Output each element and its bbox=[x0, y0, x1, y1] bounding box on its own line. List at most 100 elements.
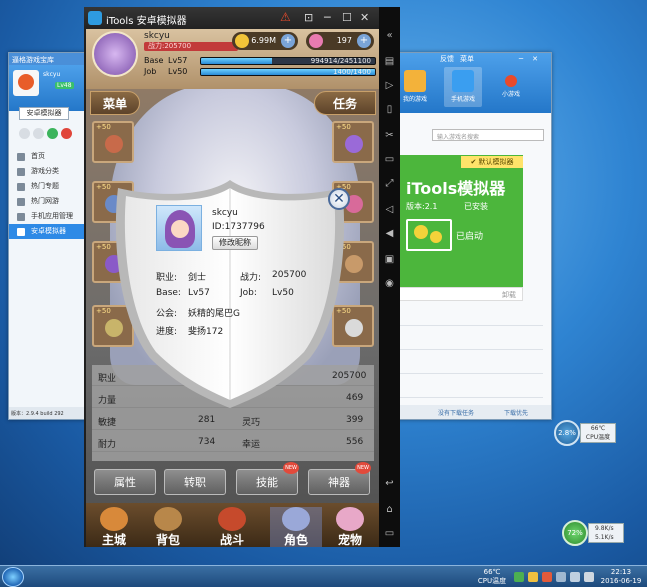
tray-emoji-icon[interactable] bbox=[528, 572, 538, 582]
uninstall-button[interactable]: 卸载 bbox=[502, 290, 516, 300]
screen-icon[interactable]: ▭ bbox=[383, 153, 396, 166]
job-exp-bar: 1400/1400 bbox=[200, 68, 376, 76]
sidebar-item-topics[interactable]: 热门专题 bbox=[9, 179, 85, 194]
attributes-button[interactable]: 属性 bbox=[94, 469, 156, 495]
feedback-link[interactable]: 反馈 bbox=[440, 54, 454, 64]
pin-icon[interactable]: ⊡ bbox=[304, 11, 313, 24]
base-exp-fill bbox=[201, 58, 273, 64]
tab-my-games[interactable]: 我的游戏 bbox=[396, 67, 434, 107]
back-icon[interactable]: ↩ bbox=[383, 477, 396, 490]
joystick-icon bbox=[505, 75, 517, 87]
add-gem-icon[interactable]: + bbox=[357, 34, 371, 48]
divider bbox=[398, 325, 543, 326]
player-avatar[interactable] bbox=[92, 31, 138, 77]
equip-slot[interactable]: +50 bbox=[332, 121, 374, 163]
base-label: Base bbox=[144, 56, 164, 65]
base-level: Lv57 bbox=[168, 56, 188, 65]
equip-slot[interactable]: +50 bbox=[92, 121, 134, 163]
skills-button[interactable]: 技能 NEW bbox=[236, 462, 299, 495]
back-icon[interactable] bbox=[19, 128, 30, 139]
player-name: skcyu bbox=[144, 31, 170, 41]
rotate-icon[interactable]: ▯ bbox=[383, 103, 396, 116]
fullscreen-icon[interactable]: ⤢ bbox=[383, 177, 396, 190]
add-gold-icon[interactable]: + bbox=[281, 34, 295, 48]
warning-icon[interactable]: ⚠ bbox=[280, 10, 291, 24]
progress-value: 斐扬172 bbox=[188, 327, 224, 337]
minimize-icon[interactable]: ─ bbox=[324, 11, 331, 24]
game-store-window[interactable]: 逼格游戏宝库 skcyu Lv48 安卓模拟器 首页 游戏分类 热门专题 热门网… bbox=[8, 52, 86, 420]
emulator-title: iTools 安卓模拟器 bbox=[106, 16, 187, 27]
close-icon[interactable]: ✕ bbox=[360, 11, 369, 24]
files-icon[interactable]: ▣ bbox=[383, 253, 396, 266]
phone-icon bbox=[452, 70, 474, 92]
artifact-button[interactable]: 神器 NEW bbox=[308, 462, 371, 495]
close-button[interactable]: ✕ bbox=[530, 55, 540, 63]
tray-monitor-icon[interactable] bbox=[570, 572, 580, 582]
close-modal-button[interactable]: ✕ bbox=[328, 188, 350, 210]
divider bbox=[398, 397, 543, 398]
tab-emulator[interactable]: 安卓模拟器 bbox=[19, 107, 69, 120]
download-priority-button[interactable]: 下载优先 bbox=[504, 408, 528, 417]
grid-icon bbox=[17, 168, 25, 176]
tray-volume-icon[interactable] bbox=[584, 572, 594, 582]
volume-down-icon[interactable]: ◁ bbox=[383, 203, 396, 216]
menu-link[interactable]: 菜单 bbox=[460, 54, 474, 64]
nav-bag[interactable]: 背包 bbox=[142, 507, 194, 547]
gem-icon bbox=[309, 34, 323, 48]
menu-button[interactable]: 菜单 bbox=[90, 91, 140, 115]
nav-battle[interactable]: 战斗 bbox=[200, 507, 264, 547]
uninstall-row[interactable]: 卸载 bbox=[398, 287, 523, 301]
recent-apps-icon[interactable]: ▭ bbox=[383, 527, 396, 540]
volume-up-icon[interactable]: ◀ bbox=[383, 227, 396, 240]
itools-logo-icon bbox=[88, 11, 102, 25]
forward-icon[interactable] bbox=[33, 128, 44, 139]
nav-character[interactable]: 角色 bbox=[270, 507, 322, 547]
guild-label: 公会: bbox=[156, 309, 178, 319]
job-level: Lv50 bbox=[168, 67, 188, 76]
home-icon[interactable]: ⌂ bbox=[383, 503, 396, 516]
play-icon[interactable]: ▷ bbox=[383, 79, 396, 92]
maximize-icon[interactable]: ☐ bbox=[342, 11, 352, 24]
cpu-gauge: 2.8% bbox=[554, 420, 580, 446]
sidebar-item-app-manager[interactable]: 手机应用管理 bbox=[9, 209, 85, 224]
sidebar-item-home[interactable]: 首页 bbox=[9, 149, 85, 164]
sidebar-item-android-emulator[interactable]: 安卓模拟器 bbox=[9, 224, 85, 239]
minimize-button[interactable]: ─ bbox=[516, 55, 526, 63]
sidebar-item-categories[interactable]: 游戏分类 bbox=[9, 164, 85, 179]
nav-pet[interactable]: 宠物 bbox=[324, 507, 376, 547]
nav-city[interactable]: 主城 bbox=[88, 507, 140, 547]
start-button[interactable] bbox=[2, 567, 24, 587]
search-input[interactable]: 输入游戏名搜索 bbox=[432, 129, 544, 141]
bag-icon bbox=[154, 507, 182, 531]
tray-flag-icon[interactable] bbox=[556, 572, 566, 582]
emulator-card[interactable]: ✔ 默认模拟器 iTools模拟器 版本:2.1 已安装 已启动 bbox=[398, 155, 523, 287]
sidebar-menu: 首页 游戏分类 热门专题 热门网游 手机应用管理 安卓模拟器 bbox=[9, 149, 85, 239]
guild-value: 妖精的尾巴G bbox=[188, 309, 240, 319]
screenshot-icon[interactable]: ✂ bbox=[383, 129, 396, 142]
location-icon[interactable]: ◉ bbox=[383, 277, 396, 290]
gold-counter: 6.99M + bbox=[232, 32, 298, 50]
refresh-icon[interactable] bbox=[47, 128, 58, 139]
apk-icon[interactable]: ▤ bbox=[383, 55, 396, 68]
cpu-widget[interactable]: 2.8% 66℃ CPU温度 bbox=[554, 420, 616, 446]
stat-row: 耐力 734 幸运 556 bbox=[92, 433, 374, 452]
collapse-icon[interactable]: « bbox=[383, 29, 396, 42]
sidebar-item-online-games[interactable]: 热门网游 bbox=[9, 194, 85, 209]
base-exp-text: 994914/2451100 bbox=[310, 57, 371, 65]
username[interactable]: skcyu bbox=[43, 71, 60, 78]
joblv-label: Job: bbox=[240, 288, 257, 298]
tray-shield-icon[interactable] bbox=[514, 572, 524, 582]
stop-icon[interactable] bbox=[61, 128, 72, 139]
tab-mobile-games[interactable]: 手机游戏 bbox=[444, 67, 482, 107]
game-center-window[interactable]: 反馈 菜单 ─ ✕ 我的游戏 手机游戏 小游戏 输入游戏名搜索 ✔ 默认模拟器 … bbox=[395, 52, 552, 420]
emulator-titlebar[interactable]: iTools 安卓模拟器 ⚠ ⊡ ─ ☐ ✕ bbox=[84, 7, 379, 29]
clock[interactable]: 22:13 2016-06-19 bbox=[598, 568, 644, 586]
base-label: Base: bbox=[156, 288, 181, 298]
job-label: 职业: bbox=[156, 273, 178, 283]
rename-button[interactable]: 修改昵称 bbox=[212, 236, 258, 250]
task-button[interactable]: 任务 bbox=[314, 91, 376, 115]
tray-network-icon[interactable] bbox=[542, 572, 552, 582]
tab-mini-games[interactable]: 小游戏 bbox=[492, 67, 530, 107]
network-widget[interactable]: 72% 9.8K/s 5.1K/s bbox=[562, 520, 624, 546]
job-change-button[interactable]: 转职 bbox=[164, 469, 226, 495]
